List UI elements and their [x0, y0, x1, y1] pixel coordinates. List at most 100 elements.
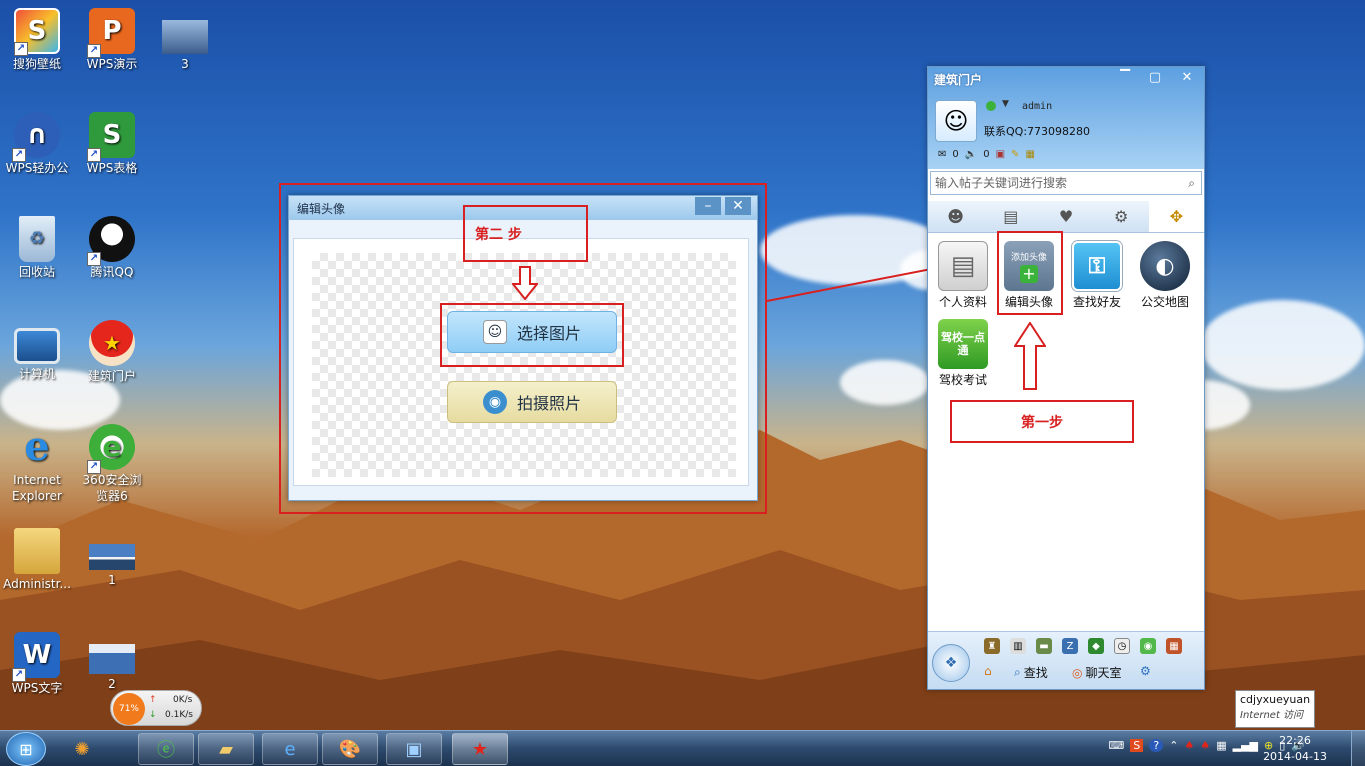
up-arrow-icon [1013, 321, 1047, 393]
app-find-friends[interactable]: ⚿ 查找好友 [1064, 241, 1130, 310]
tile-caption: 驾校一点通 [941, 331, 985, 357]
pinwheel-icon: ✺ [74, 738, 90, 760]
heart-icon: ♥ [1058, 207, 1074, 226]
panel-tabs: ☻ ▤ ♥ ⚙ ✥ [928, 201, 1205, 233]
taskbar-explorer[interactable]: ▰ [198, 733, 254, 765]
chat-bubble-icon[interactable]: ◉ [1140, 638, 1156, 654]
360-browser-icon: ⓔ [157, 740, 175, 761]
apps-grid-icon[interactable]: ▦ [1025, 149, 1034, 160]
tooltip-subtitle: Internet 访问 [1240, 710, 1304, 721]
key-icon: ⚿ [1072, 241, 1122, 291]
sound-count: 0 [983, 149, 990, 160]
search-placeholder: 输入帖子关键词进行搜索 [935, 176, 1068, 190]
sogou-ime-icon[interactable]: S [1130, 739, 1144, 752]
mushroom-tray-icon[interactable]: ♠ [1200, 739, 1210, 752]
speaker-icon[interactable]: 🔈 [965, 149, 977, 160]
signal-icon[interactable]: ▂▄▆ [1233, 739, 1258, 752]
find-label: 查找 [1023, 666, 1048, 680]
quick-icons-row: ✉ 0 🔈 0 ▣ ✎ ▦ [938, 149, 1035, 160]
lifebuoy-icon: ◎ [1072, 665, 1083, 680]
tab-contacts[interactable]: ☻ [928, 201, 983, 232]
taskbar-pinned-photos[interactable]: ✺ [56, 733, 108, 765]
app-label: 公交地图 [1140, 295, 1189, 309]
taskbar-jianzhu-portal[interactable]: ★ [452, 733, 508, 765]
home-link[interactable]: ⌂ [984, 664, 992, 678]
folder-icon: ▰ [219, 738, 233, 760]
tab-tools[interactable]: ⚙ [1094, 201, 1149, 232]
panel-footer: ❖ ♜ ▥ ▬ Z ◆ ◷ ◉ ▦ ⌂ ⌕ 查找 ◎ 聊天室 ⚙ [928, 631, 1204, 689]
start-button[interactable]: ⊞ [6, 732, 46, 766]
username: admin [1022, 101, 1053, 112]
taskbar-ie[interactable]: e [262, 733, 318, 765]
app-label: 查找好友 [1072, 295, 1121, 309]
photo-album-icon[interactable]: ▣ [996, 149, 1005, 160]
clock-date: 2014-04-13 [1263, 750, 1327, 763]
tool-icon[interactable]: ♜ [984, 638, 1000, 654]
apps-icon: ✥ [1169, 207, 1184, 226]
edit-avatar-highlight [997, 231, 1063, 315]
tool-icon[interactable]: ▥ [1010, 638, 1026, 654]
search-icon[interactable]: ⌕ [1188, 172, 1195, 194]
step-one-annotation: 第一步 [950, 400, 1134, 443]
tool-icon[interactable]: ▬ [1036, 638, 1052, 654]
app-label: 驾校考试 [938, 373, 987, 387]
panel-header: 建筑门户 ▔ ▢ ✕ ☺ ▼ admin 联系QQ:773098280 ✉ 0 … [928, 67, 1204, 169]
mail-count: 0 [952, 149, 959, 160]
mushroom-tray-icon[interactable]: ♠ [1184, 739, 1194, 752]
qr-icon[interactable]: ▦ [1216, 739, 1226, 752]
mushroom-icon: ★ [471, 738, 489, 760]
home-icon: ⌂ [984, 664, 992, 678]
taskbar: ⊞ ✺ ⓔ ▰ e 🎨 ▣ ★ ⌨ S ? ⌃ ♠ ♠ ▦ ▂▄▆ ⊕ ▯ 🔊 … [0, 730, 1365, 766]
settings-link[interactable]: ⚙ [1140, 664, 1151, 678]
contact-qq: 联系QQ:773098280 [984, 125, 1091, 138]
tooltip-title: cdjyxueyuan [1240, 693, 1311, 706]
mail-icon[interactable]: ✉ [938, 149, 946, 160]
app-driving-exam[interactable]: 驾校一点通 驾校考试 [930, 319, 996, 388]
wrench-icon: ⚙ [1114, 207, 1129, 226]
app-label: 个人资料 [938, 295, 987, 309]
shield-icon[interactable]: ◆ [1088, 638, 1104, 654]
tab-favorites[interactable]: ♥ [1038, 201, 1093, 232]
tab-clipboard[interactable]: ▤ [983, 201, 1038, 232]
note-icon[interactable]: ✎ [1011, 149, 1019, 160]
tray-expand-icon[interactable]: ⌃ [1169, 739, 1178, 752]
find-link[interactable]: ⌕ 查找 [1014, 664, 1048, 681]
system-clock[interactable]: 22:26 2014-04-13 [1263, 733, 1327, 765]
panel-title: 建筑门户 [934, 73, 983, 87]
app-bus-map[interactable]: ◐ 公交地图 [1132, 241, 1198, 310]
network-tooltip: cdjyxueyuan Internet 访问 [1235, 690, 1315, 728]
clipboard-icon: ▤ [1003, 207, 1019, 226]
chatroom-link[interactable]: ◎ 聊天室 [1072, 664, 1122, 681]
tab-apps[interactable]: ✥ [1148, 201, 1205, 232]
app-personal-profile[interactable]: ▤ 个人资料 [930, 241, 996, 310]
clock-time: 22:26 [1279, 734, 1311, 747]
user-avatar[interactable]: ☺ [935, 100, 977, 142]
clock-icon[interactable]: ◷ [1114, 638, 1130, 654]
contacts-icon: ☻ [947, 207, 964, 226]
step-one-label: 第一步 [1021, 414, 1063, 431]
picture-icon: ▣ [405, 738, 423, 760]
keyboard-icon[interactable]: ⌨ [1108, 739, 1124, 752]
taskbar-picture-viewer[interactable]: ▣ [386, 733, 442, 765]
help-icon[interactable]: ? [1149, 739, 1164, 752]
tool-icon[interactable]: Z [1062, 638, 1078, 654]
chatroom-label: 聊天室 [1085, 666, 1122, 680]
ie-icon: e [284, 738, 296, 760]
profile-card-icon: ▤ [938, 241, 988, 291]
main-menu-button[interactable]: ❖ [932, 644, 970, 682]
panel-skin-button[interactable]: ▔ [1110, 67, 1140, 87]
online-status-icon[interactable] [986, 101, 996, 111]
box-icon[interactable]: ▦ [1166, 638, 1182, 654]
palette-icon: 🎨 [338, 738, 362, 760]
taskbar-paint[interactable]: 🎨 [322, 733, 378, 765]
panel-maximize-button[interactable]: ▢ [1140, 67, 1170, 87]
post-search-input[interactable]: 输入帖子关键词进行搜索 ⌕ [930, 171, 1202, 195]
status-dropdown-icon[interactable]: ▼ [1002, 99, 1009, 109]
portal-panel-window: 建筑门户 ▔ ▢ ✕ ☺ ▼ admin 联系QQ:773098280 ✉ 0 … [927, 66, 1205, 690]
globe-icon: ◐ [1140, 241, 1190, 291]
taskbar-360-browser[interactable]: ⓔ [138, 733, 194, 765]
show-desktop-button[interactable] [1351, 731, 1365, 766]
driving-school-icon: 驾校一点通 [938, 319, 988, 369]
magnifier-icon: ⌕ [1014, 665, 1021, 679]
panel-close-button[interactable]: ✕ [1172, 67, 1202, 87]
